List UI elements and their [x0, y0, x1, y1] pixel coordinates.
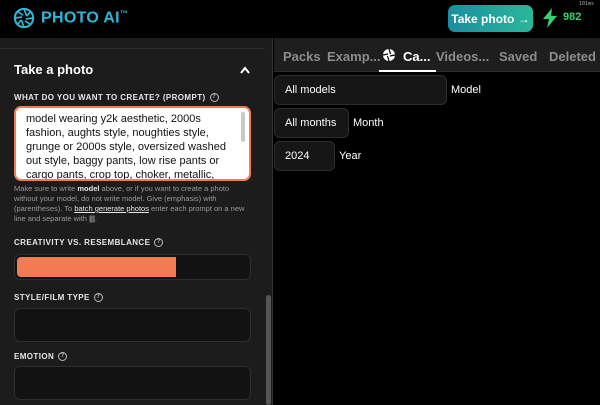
year-filter-label: Year — [339, 150, 362, 162]
prompt-scrollbar[interactable] — [241, 112, 245, 142]
bolt-icon — [543, 8, 557, 28]
logo[interactable]: PHOTO AI™ — [13, 7, 128, 29]
style-input[interactable] — [14, 308, 251, 342]
batch-generate-link[interactable]: batch generate photos — [74, 204, 149, 213]
slider-fill — [17, 257, 176, 277]
active-tab-indicator — [379, 70, 436, 72]
camera-aperture-icon — [382, 48, 396, 62]
month-filter-label: Month — [353, 117, 384, 129]
gallery-panel: Packs Examp... Ca... Videos... Saved Del… — [274, 38, 600, 405]
create-panel: Take a photo WHAT DO YOU WANT TO CREATE?… — [0, 38, 265, 405]
year-select[interactable]: 2024 — [274, 141, 335, 171]
credits-count: 982 — [563, 11, 582, 23]
tab-saved[interactable]: Saved — [499, 49, 537, 64]
take-photo-button[interactable]: Take photo → — [448, 5, 533, 32]
tab-bar: Packs Examp... Ca... Videos... Saved Del… — [274, 38, 600, 72]
month-filter-row: All months Month — [274, 108, 384, 138]
model-filter-row: All models Model — [274, 75, 481, 105]
creativity-slider[interactable] — [14, 254, 251, 280]
tab-examples[interactable]: Examp... — [327, 49, 380, 64]
tab-packs[interactable]: Packs — [283, 49, 321, 64]
app-name: PHOTO AI™ — [41, 8, 129, 27]
prompt-hint: Make sure to write model above, or if yo… — [14, 184, 245, 223]
help-icon[interactable]: ? — [93, 293, 103, 302]
creativity-label: CREATIVITY VS. RESEMBLANCE? — [14, 238, 164, 247]
top-bar: PHOTO AI™ Take photo → 982 101ms — [0, 0, 600, 38]
help-icon[interactable]: ? — [154, 238, 164, 247]
style-label: STYLE/FILM TYPE? — [14, 293, 103, 302]
tab-videos[interactable]: Videos... — [436, 49, 489, 64]
model-select[interactable]: All models — [274, 75, 447, 105]
tab-camera[interactable]: Ca... — [403, 49, 430, 64]
help-icon[interactable]: ? — [209, 93, 219, 102]
panel-scrollbar-thumb[interactable] — [266, 295, 271, 405]
month-select[interactable]: All months — [274, 108, 349, 138]
section-title[interactable]: Take a photo — [14, 62, 93, 77]
emotion-input[interactable] — [14, 366, 251, 400]
divider — [0, 48, 265, 49]
render-time: 101ms — [579, 1, 595, 7]
aperture-logo-icon — [13, 7, 35, 29]
help-icon[interactable]: ? — [58, 352, 68, 361]
emotion-label: EMOTION? — [14, 352, 68, 361]
prompt-textarea[interactable]: model wearing y2k aesthetic, 2000s fashi… — [14, 106, 251, 181]
model-filter-label: Model — [451, 84, 481, 96]
chevron-up-icon[interactable] — [240, 66, 250, 74]
year-filter-row: 2024 Year — [274, 141, 361, 171]
prompt-label: WHAT DO YOU WANT TO CREATE? (PROMPT)? — [14, 93, 219, 102]
tab-deleted[interactable]: Deleted — [549, 49, 596, 64]
